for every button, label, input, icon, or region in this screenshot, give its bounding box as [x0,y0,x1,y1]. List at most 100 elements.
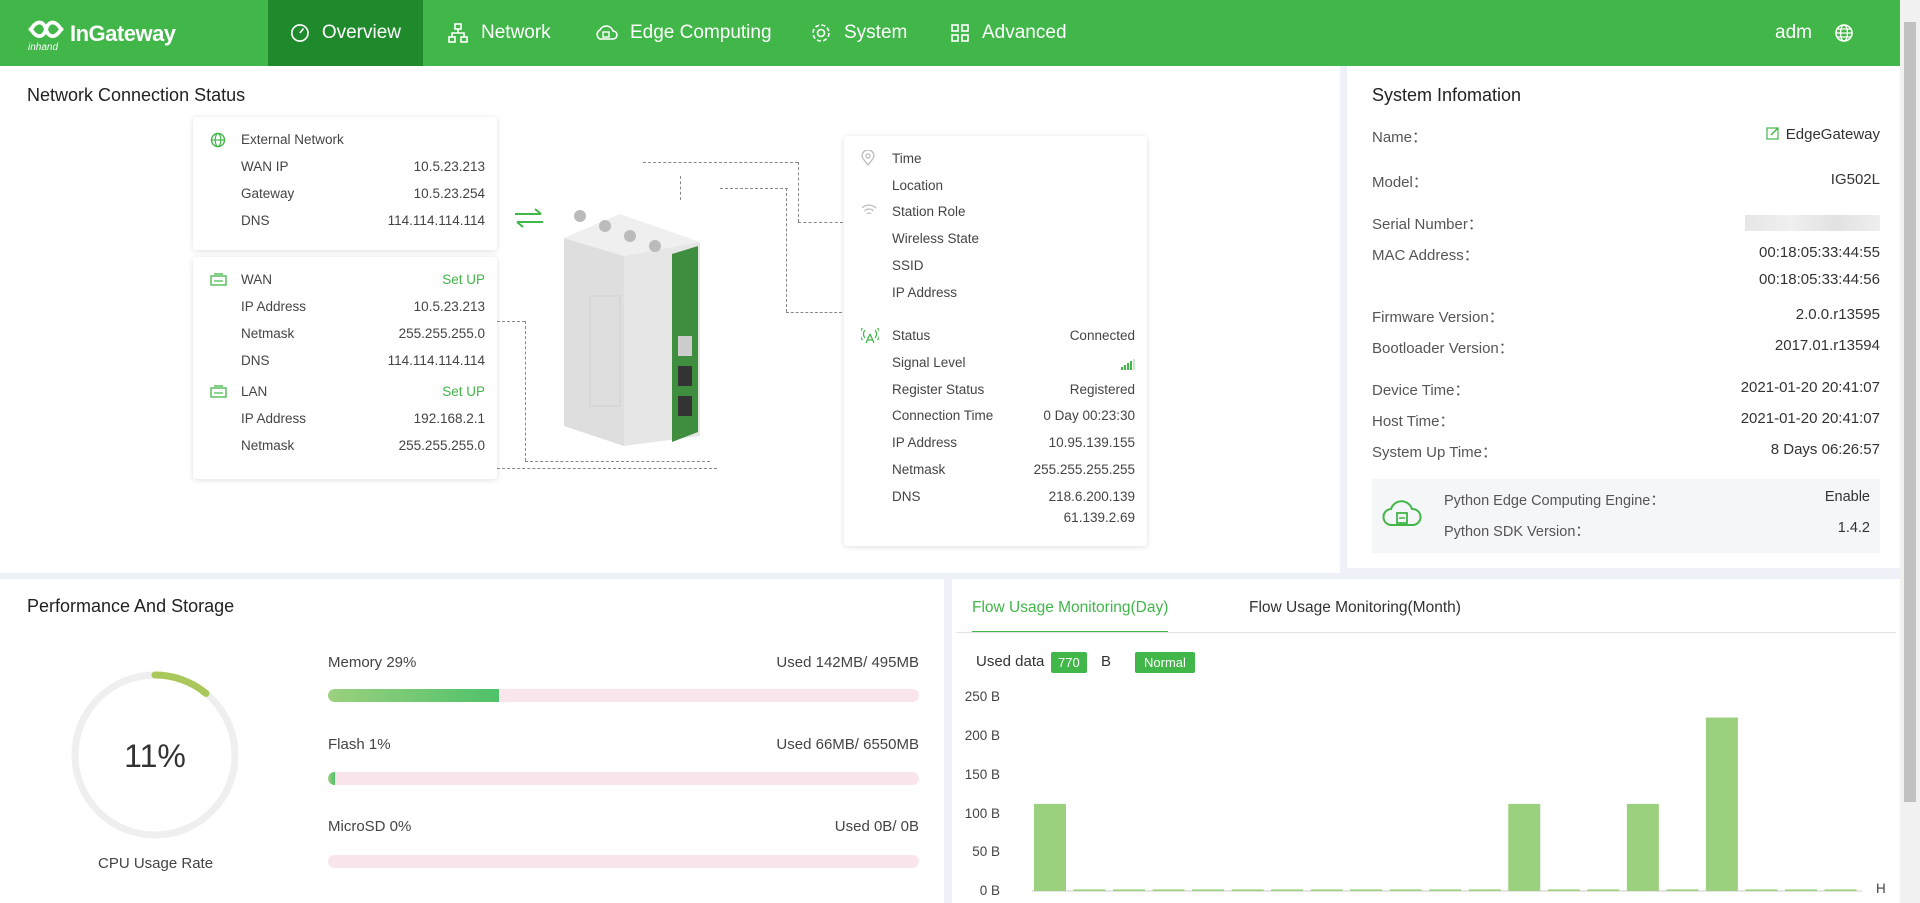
info-label: System Up Time： [1372,444,1498,461]
flow-bar[interactable] [1429,889,1462,891]
field-label: IP Address [241,299,307,314]
brand-logo[interactable]: InGateway inhand [26,18,176,53]
flow-bar[interactable] [1034,803,1066,891]
info-row: Bootloader Version： 2017.01.r13594 [1372,337,1880,359]
cpu-usage-label: CPU Usage Rate [98,855,214,872]
nav-system[interactable]: System [788,0,929,66]
flow-bar[interactable] [1508,803,1541,891]
flow-bar[interactable] [1468,889,1501,891]
info-row: Firmware Version： 2.0.0.r13595 [1372,306,1880,328]
flow-bar[interactable] [1192,889,1225,891]
info-row: Model： IG502L [1372,171,1880,193]
memory-label: Memory 29% [328,654,417,671]
flow-bar[interactable] [1350,889,1383,891]
field-label: DNS [241,213,270,228]
field-value: 114.114.114.114 [387,353,485,368]
field-label: Netmask [241,326,295,341]
info-row: Python SDK Version： 1.4.2 [1444,520,1870,541]
nav-edge-computing[interactable]: Edge Computing [572,0,794,66]
flow-bar[interactable] [1666,889,1699,891]
dashboard-icon [290,24,309,42]
info-row: Host Time： 2021-01-20 20:41:07 [1372,410,1880,432]
y-tick-label: 50 B [972,844,1000,859]
username: adm [1775,22,1812,43]
info-value: 00:18:05:33:44:55 [1759,244,1880,261]
lan-status: Set UP [442,384,485,399]
nav-advanced[interactable]: Advanced [928,0,1089,66]
python-engine-box: Python Edge Computing Engine： Enable Pyth… [1372,479,1880,553]
field-label: Connection Time [892,408,994,423]
tab-flow-month[interactable]: Flow Usage Monitoring(Month) [1249,599,1461,631]
field-value: 10.95.139.155 [1048,435,1135,450]
connector-line [680,176,681,200]
scrollbar-thumb[interactable] [1904,22,1916,802]
field-value: 114.114.114.114 [387,213,485,228]
cpu-usage-value: 11% [124,738,186,774]
flow-bar[interactable] [1073,889,1106,891]
grid-icon [951,24,969,42]
flow-bar[interactable] [1231,889,1264,891]
device-name-edit[interactable]: EdgeGateway [1766,126,1880,143]
flow-bar[interactable] [1389,889,1422,891]
field-value: 255.255.255.255 [1033,462,1135,477]
flow-bar[interactable] [1113,889,1146,891]
info-value: IG502L [1830,171,1880,188]
field-label: IP Address [892,435,958,450]
network-connection-panel: Network Connection Status External Netwo… [0,66,1340,573]
info-value: EdgeGateway [1785,126,1880,143]
system-information-panel: System Infomation Name： EdgeGateway Mode… [1347,66,1900,568]
nav-overview[interactable]: Overview [268,0,423,66]
brand-small-label: inhand [28,42,59,53]
user-menu[interactable]: adm [1775,22,1854,44]
brand-name: InGateway [70,21,176,46]
x-axis-label: H [1876,881,1886,896]
info-row: MAC Address： 00:18:05:33:44:55 [1372,244,1880,266]
flow-bar[interactable] [1784,889,1817,891]
flow-bar[interactable] [1547,889,1580,891]
flow-bar[interactable] [1705,717,1738,891]
page-scrollbar[interactable] [1900,0,1920,903]
edit-icon[interactable] [1766,126,1780,140]
field-value: Connected [1069,328,1135,343]
flow-bar[interactable] [1152,889,1185,891]
flow-bar[interactable] [1310,889,1343,891]
nav-network[interactable]: Network [425,0,573,66]
y-tick-label: 200 B [964,728,1000,743]
used-data-unit: B [1101,653,1112,670]
memory-bar [328,689,919,702]
info-label: Host Time： [1372,413,1455,430]
panel-title: Performance And Storage [27,596,235,616]
flow-bar[interactable] [1587,889,1620,891]
nav-label: Advanced [982,22,1067,43]
y-tick-label: 100 B [964,806,1000,821]
info-label: Model： [1372,174,1428,191]
globe-icon[interactable] [1834,23,1854,43]
flow-bar[interactable] [1271,889,1304,891]
wan-status: Set UP [442,272,485,287]
flash-bar-fill [328,772,336,785]
nav-label: Network [481,22,551,43]
info-value: 2017.01.r13594 [1774,337,1880,354]
connector-line [497,468,717,469]
field-label: DNS [241,353,270,368]
field-label: Signal Level [892,355,966,370]
flow-bar[interactable] [1626,803,1659,891]
tab-flow-day[interactable]: Flow Usage Monitoring(Day) [972,599,1169,633]
info-row: 00:18:05:33:44:56 [1372,271,1880,293]
microsd-used: Used 0B/ 0B [834,818,919,835]
y-tick-label: 0 B [979,883,1000,898]
y-tick-label: 250 B [964,689,1000,704]
field-label: Register Status [892,382,985,397]
flow-bar[interactable] [1824,889,1857,891]
card-header: External Network [241,132,344,147]
connector-line [525,461,710,462]
connector-line [525,321,526,461]
info-value: 2021-01-20 20:41:07 [1740,379,1880,396]
flow-status-badge: Normal [1135,652,1195,673]
info-value: 00:18:05:33:44:56 [1759,271,1880,288]
field-value: 0 Day 00:23:30 [1043,408,1135,423]
info-row: System Up Time： 8 Days 06:26:57 [1372,441,1880,463]
field-value: 192.168.2.1 [413,411,485,426]
flow-bar[interactable] [1745,889,1778,891]
field-label: Location [892,178,944,193]
